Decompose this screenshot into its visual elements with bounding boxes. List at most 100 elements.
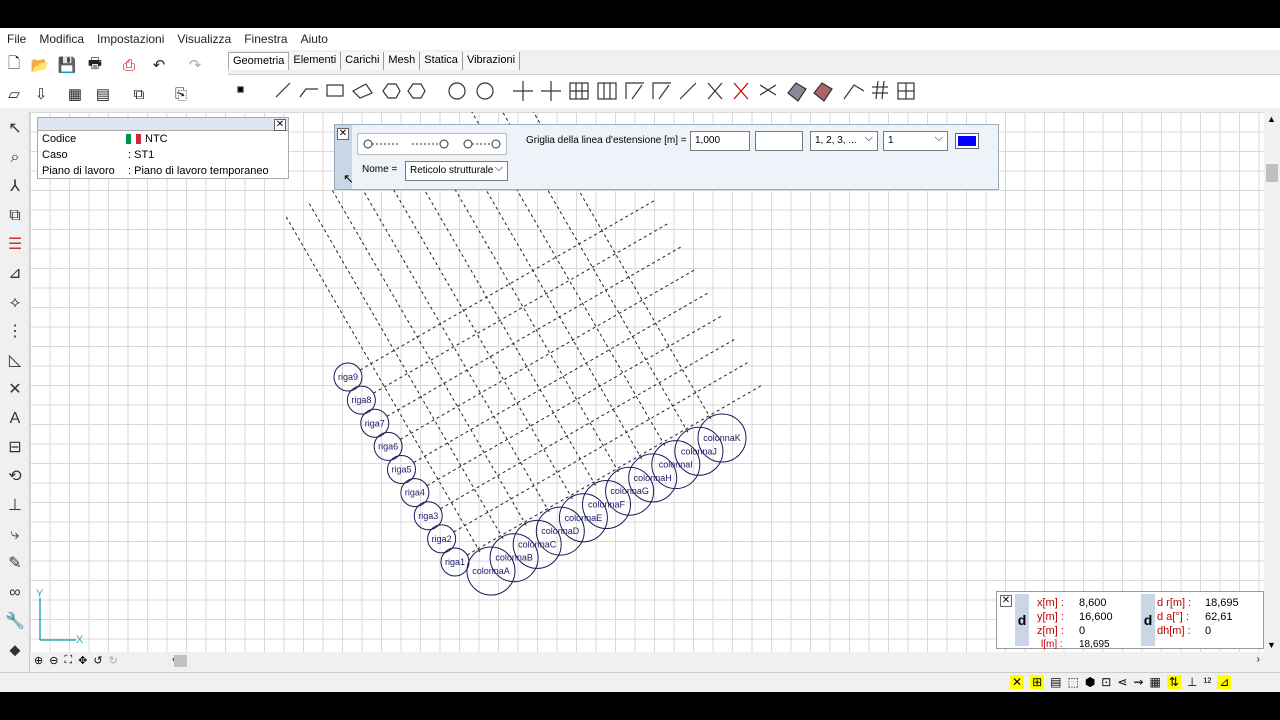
grid-column-line[interactable] <box>284 214 481 553</box>
snap-node-icon[interactable]: ⊡ <box>1101 675 1111 689</box>
scroll-right-icon[interactable]: › <box>1257 654 1260 665</box>
dots-icon[interactable]: ⋮ <box>4 321 26 343</box>
snap-updown-icon[interactable]: ⇅ <box>1166 675 1181 689</box>
caso-label: Caso <box>42 149 68 161</box>
open-folder-icon[interactable]: 📂 <box>29 54 51 76</box>
scroll-down-icon[interactable]: ▼ <box>1267 640 1276 650</box>
snap-3d-icon[interactable]: ⬢ <box>1085 675 1095 689</box>
wrench-icon[interactable]: 🔧 <box>4 611 26 633</box>
blank-input[interactable] <box>755 131 803 151</box>
grid-column-line[interactable] <box>376 160 573 500</box>
node-icon[interactable]: ⟡ <box>4 292 26 314</box>
row-label[interactable]: riga9 <box>333 362 363 392</box>
numbering-select[interactable]: 1, 2, 3, ... <box>810 131 878 151</box>
redo-icon[interactable]: ↷ <box>184 54 206 76</box>
cross-tool-icon[interactable]: ✕ <box>4 379 26 401</box>
save-icon[interactable]: 💾 <box>56 54 78 76</box>
copy-icon[interactable]: ⧉ <box>4 205 26 227</box>
stack-icon[interactable]: ⧉ <box>128 83 150 105</box>
undo-icon[interactable]: ↶ <box>148 54 170 76</box>
pdf-icon[interactable]: ⎙ <box>118 54 140 76</box>
text-icon[interactable]: A <box>4 408 26 430</box>
table-icon[interactable]: ▦ <box>64 83 86 105</box>
snap-angle-icon[interactable]: ⊿ <box>1217 675 1232 689</box>
rotate-icon[interactable]: ⟲ <box>4 466 26 488</box>
pan-icon[interactable]: ✥ <box>78 654 87 667</box>
coord-close-icon[interactable]: ✕ <box>1000 595 1012 607</box>
tab-vibrazioni[interactable]: Vibrazioni <box>462 52 521 70</box>
grid-column-line[interactable] <box>353 174 550 513</box>
zoom-fit-icon[interactable]: ⛶ <box>64 654 72 667</box>
select-arrow-icon[interactable]: ↖ <box>4 118 26 140</box>
codice-label: Codice <box>42 133 77 145</box>
snap-view-icon[interactable]: ⬚ <box>1067 675 1078 689</box>
drawing-canvas[interactable]: riga1 riga2 riga3 riga4 riga5 riga6 riga7 riga8… <box>30 81 1264 652</box>
zoom-in-icon[interactable]: ⊕ <box>34 654 43 667</box>
column-label-text: colonnaI <box>659 460 693 470</box>
layers-icon[interactable]: ▱ <box>3 83 25 105</box>
calc-icon[interactable]: ⇩ <box>30 83 52 105</box>
tab-statica[interactable]: Statica <box>420 52 463 70</box>
column-label-text: colonnaF <box>588 500 626 510</box>
layers-color-icon[interactable]: ☰ <box>4 234 26 256</box>
snap-num-icon[interactable]: ¹² <box>1203 675 1211 689</box>
menu-aiuto[interactable]: Aiuto <box>294 32 334 46</box>
menu-file[interactable]: File <box>0 32 32 46</box>
snap-grid-icon[interactable]: ⊞ <box>1030 675 1045 689</box>
arc-tool-icon <box>476 82 494 100</box>
snap-cross-icon[interactable]: ✕ <box>1010 675 1025 689</box>
info-close-icon[interactable]: ✕ <box>274 119 286 131</box>
hscroll-thumb[interactable] <box>174 655 187 667</box>
vscroll-thumb[interactable] <box>1266 164 1278 182</box>
scroll-up-icon[interactable]: ▲ <box>1267 114 1276 124</box>
tab-geometria[interactable]: Geometria <box>228 52 290 70</box>
dimension-icon[interactable]: ⊟ <box>4 437 26 459</box>
dh-label: dh[m] : <box>1157 625 1191 637</box>
snap-link-icon[interactable]: ⋖ <box>1117 675 1127 689</box>
menu-impostazioni[interactable]: Impostazioni <box>90 32 170 46</box>
horizontal-scrollbar[interactable]: ‹ › <box>172 654 1264 668</box>
snap-table-icon[interactable]: ▦ <box>1149 675 1160 689</box>
zoom-icon[interactable]: ⌕ <box>4 147 26 169</box>
grid-panel-close-icon[interactable]: ✕ <box>337 128 349 140</box>
color-picker[interactable] <box>955 133 979 149</box>
grid-options-panel: ✕ ↖ Griglia della linea d'estensione [m]… <box>334 124 999 190</box>
d-label-left: d <box>1015 594 1029 646</box>
grid-row-line[interactable] <box>359 199 656 371</box>
report-icon[interactable]: ▤ <box>92 83 114 105</box>
snap-arrow-icon[interactable]: ⇝ <box>1133 675 1143 689</box>
glasses-icon[interactable]: ∞ <box>4 582 26 604</box>
print-icon[interactable]: 🖶 <box>84 54 106 76</box>
grid-column-line[interactable] <box>399 147 596 486</box>
beam-icon[interactable]: ⊿ <box>4 263 26 285</box>
snap-axis-icon[interactable]: ⊥ <box>1187 675 1197 689</box>
menu-modifica[interactable]: Modifica <box>32 32 90 46</box>
menu-visualizza[interactable]: Visualizza <box>170 32 237 46</box>
pencil-icon[interactable]: ✎ <box>4 553 26 575</box>
snap-layer-icon[interactable]: ▤ <box>1050 675 1061 689</box>
support-icon[interactable]: ⊥ <box>4 495 26 517</box>
menu-finestra[interactable]: Finestra <box>237 32 293 46</box>
piano-label: Piano di lavoro <box>42 165 115 177</box>
extrude2-tool-icon <box>813 82 833 102</box>
info-icon[interactable]: ⬥ <box>4 640 26 662</box>
print-preview-icon[interactable]: ⎘ <box>170 83 192 105</box>
tab-elementi[interactable]: Elementi <box>289 52 342 70</box>
column-label[interactable]: colonnaK <box>697 413 747 463</box>
axis-icon[interactable]: ⅄ <box>4 176 26 198</box>
tab-carichi[interactable]: Carichi <box>341 52 385 70</box>
triangle-ruler-icon[interactable]: ◺ <box>4 350 26 372</box>
name-select[interactable]: Reticolo strutturale <box>405 161 508 181</box>
grid-row-line[interactable] <box>386 246 682 417</box>
zoom-prev-icon[interactable]: ↺ <box>93 654 102 667</box>
tab-mesh[interactable]: Mesh <box>384 52 421 70</box>
spring-icon[interactable]: ⤷ <box>4 524 26 546</box>
zoom-out-icon[interactable]: ⊖ <box>49 654 58 667</box>
grid-column-line[interactable] <box>330 187 527 526</box>
main-toolbar: 🗋 📂 💾 🖶 ⎙ ↶ ↷ ▱ ⇩ ▦ ▤ ⧉ ⎘ <box>0 50 228 108</box>
new-file-icon[interactable]: 🗋 <box>3 54 25 76</box>
zoom-next-icon[interactable]: ↻ <box>109 654 118 667</box>
extension-input[interactable]: 1,000 <box>690 131 750 151</box>
vertical-scrollbar[interactable]: ▲ ▼ <box>1264 112 1280 652</box>
count-select[interactable]: 1 <box>883 131 948 151</box>
